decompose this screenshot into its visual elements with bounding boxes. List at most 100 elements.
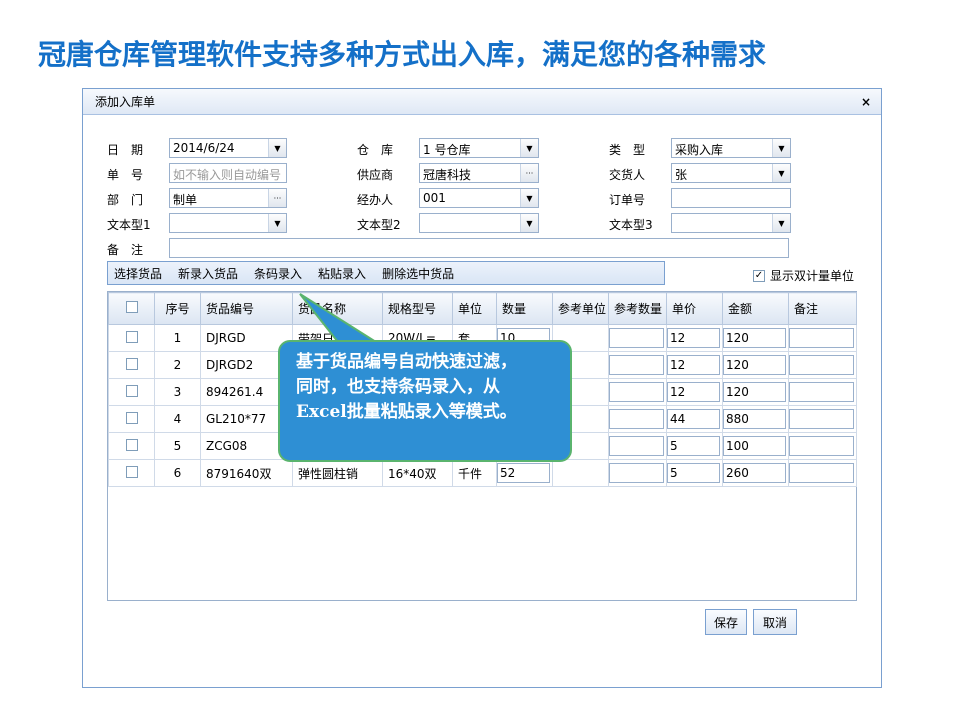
- row-checkbox[interactable]: [108, 378, 155, 406]
- text1-select[interactable]: ▼: [169, 213, 287, 233]
- cell-value[interactable]: [609, 436, 664, 456]
- number-input[interactable]: 如不输入则自动编号: [169, 163, 287, 183]
- col-header[interactable]: 金额: [722, 292, 789, 325]
- deliverer-select[interactable]: 张 ▼: [671, 163, 791, 183]
- cell-value[interactable]: 100: [723, 436, 786, 456]
- table-cell[interactable]: 8791640双: [200, 459, 293, 487]
- cancel-button[interactable]: 取消: [753, 609, 797, 635]
- cell-input[interactable]: [608, 459, 667, 487]
- cell-input[interactable]: [788, 432, 857, 460]
- text2-select[interactable]: ▼: [419, 213, 539, 233]
- checkbox-icon[interactable]: [125, 330, 138, 343]
- cell-input[interactable]: 120: [722, 378, 789, 406]
- dual-unit-toggle[interactable]: ✓ 显示双计量单位: [753, 267, 854, 284]
- chevron-down-icon[interactable]: ▼: [268, 214, 286, 232]
- cell-input[interactable]: 5: [666, 459, 723, 487]
- cell-value[interactable]: 260: [723, 463, 786, 483]
- ellipsis-icon[interactable]: ···: [520, 164, 538, 182]
- cell-input[interactable]: 44: [666, 405, 723, 433]
- checkbox-checked-icon[interactable]: ✓: [753, 269, 765, 282]
- cell-value[interactable]: [609, 382, 664, 402]
- cell-value[interactable]: [789, 355, 854, 375]
- cell-value[interactable]: [609, 409, 664, 429]
- cell-input[interactable]: 12: [666, 324, 723, 352]
- delete-selected-button[interactable]: 删除选中货品: [382, 265, 454, 282]
- new-item-button[interactable]: 新录入货品: [178, 265, 238, 282]
- cell-value[interactable]: 120: [723, 328, 786, 348]
- cell-value[interactable]: 120: [723, 355, 786, 375]
- checkbox-icon[interactable]: [125, 357, 138, 370]
- remark-input[interactable]: [169, 238, 789, 258]
- col-header[interactable]: 序号: [154, 292, 201, 325]
- col-header[interactable]: 参考数量: [608, 292, 667, 325]
- cell-value[interactable]: 12: [667, 328, 720, 348]
- col-header[interactable]: 单位: [452, 292, 497, 325]
- select-all-checkbox[interactable]: [108, 292, 155, 325]
- col-header[interactable]: 备注: [788, 292, 857, 325]
- cell-input[interactable]: 52: [496, 459, 553, 487]
- cell-value[interactable]: [789, 382, 854, 402]
- save-button[interactable]: 保存: [705, 609, 747, 635]
- table-cell[interactable]: [552, 459, 609, 487]
- cell-input[interactable]: 12: [666, 378, 723, 406]
- cell-value[interactable]: 880: [723, 409, 786, 429]
- cell-input[interactable]: [608, 351, 667, 379]
- cell-value[interactable]: [609, 328, 664, 348]
- type-select[interactable]: 采购入库 ▼: [671, 138, 791, 158]
- table-cell[interactable]: 16*40双: [382, 459, 453, 487]
- cell-input[interactable]: [788, 459, 857, 487]
- chevron-down-icon[interactable]: ▼: [772, 214, 790, 232]
- cell-input[interactable]: 880: [722, 405, 789, 433]
- row-checkbox[interactable]: [108, 351, 155, 379]
- cell-input[interactable]: [608, 405, 667, 433]
- cell-input[interactable]: 5: [666, 432, 723, 460]
- close-icon[interactable]: ×: [861, 95, 871, 109]
- table-cell[interactable]: 千件: [452, 459, 497, 487]
- cell-value[interactable]: 120: [723, 382, 786, 402]
- checkbox-icon[interactable]: [125, 301, 138, 313]
- cell-input[interactable]: 100: [722, 432, 789, 460]
- row-checkbox[interactable]: [108, 405, 155, 433]
- cell-input[interactable]: 120: [722, 324, 789, 352]
- cell-input[interactable]: [608, 432, 667, 460]
- handler-select[interactable]: 001 ▼: [419, 188, 539, 208]
- row-checkbox[interactable]: [108, 324, 155, 352]
- col-header[interactable]: 规格型号: [382, 292, 453, 325]
- table-cell[interactable]: 3: [154, 378, 201, 406]
- table-cell[interactable]: 2: [154, 351, 201, 379]
- col-header[interactable]: 数量: [496, 292, 553, 325]
- checkbox-icon[interactable]: [125, 438, 138, 451]
- table-cell[interactable]: 1: [154, 324, 201, 352]
- cell-input[interactable]: 260: [722, 459, 789, 487]
- cell-value[interactable]: [609, 355, 664, 375]
- checkbox-icon[interactable]: [125, 384, 138, 397]
- cell-value[interactable]: [789, 436, 854, 456]
- table-row[interactable]: 6 8791640双 弹性圆柱销 16*40双 千件 52 5 260: [108, 459, 857, 487]
- select-items-button[interactable]: 选择货品: [114, 265, 162, 282]
- warehouse-select[interactable]: 1 号仓库 ▼: [419, 138, 539, 158]
- col-header[interactable]: 货品编号: [200, 292, 293, 325]
- row-checkbox[interactable]: [108, 459, 155, 487]
- cell-value[interactable]: 12: [667, 382, 720, 402]
- chevron-down-icon[interactable]: ▼: [520, 214, 538, 232]
- cell-value[interactable]: [789, 409, 854, 429]
- row-checkbox[interactable]: [108, 432, 155, 460]
- cell-input[interactable]: [608, 324, 667, 352]
- cell-value[interactable]: 52: [497, 463, 550, 483]
- supplier-field[interactable]: 冠唐科技 ···: [419, 163, 539, 183]
- cell-input[interactable]: 12: [666, 351, 723, 379]
- chevron-down-icon[interactable]: ▼: [520, 139, 538, 157]
- cell-value[interactable]: 5: [667, 463, 720, 483]
- col-header[interactable]: 单价: [666, 292, 723, 325]
- chevron-down-icon[interactable]: ▼: [772, 139, 790, 157]
- date-field[interactable]: 2014/6/24 ▼: [169, 138, 287, 158]
- table-cell[interactable]: 弹性圆柱销: [292, 459, 383, 487]
- cell-input[interactable]: [788, 324, 857, 352]
- col-header[interactable]: 参考单位: [552, 292, 609, 325]
- cell-input[interactable]: [608, 378, 667, 406]
- text3-select[interactable]: ▼: [671, 213, 791, 233]
- cell-value[interactable]: [789, 328, 854, 348]
- chevron-down-icon[interactable]: ▼: [772, 164, 790, 182]
- table-cell[interactable]: 4: [154, 405, 201, 433]
- checkbox-icon[interactable]: [125, 465, 138, 478]
